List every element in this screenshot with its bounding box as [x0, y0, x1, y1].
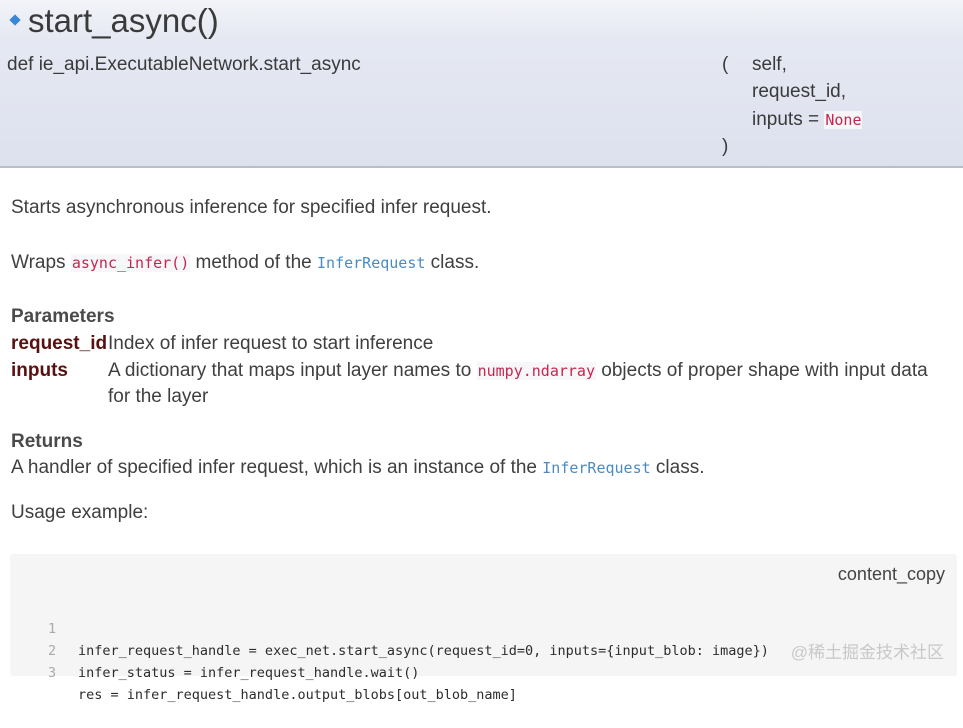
usage-label: Usage example: [11, 502, 149, 523]
line-code: res = infer_request_handle.output_blobs[… [78, 687, 517, 703]
returns-prefix: A handler of specified infer request, wh… [11, 457, 537, 478]
wraps-text: Wraps async_infer() method of the InferR… [11, 250, 479, 276]
line-number: 3 [48, 665, 57, 681]
wraps-middle: method of the [195, 252, 312, 273]
returns-text: A handler of specified infer request, wh… [11, 455, 705, 481]
param-desc-inputs-suffix: objects of proper shape with input data [601, 360, 928, 381]
returns-infer-request-link[interactable]: InferRequest [542, 459, 650, 477]
line-code: infer_status = infer_request_handle.wait… [78, 665, 420, 681]
returns-suffix: class. [655, 457, 705, 478]
signature-param-inputs: inputs = None [752, 108, 863, 132]
param-desc-inputs: A dictionary that maps input layer names… [108, 358, 928, 384]
copy-button[interactable]: content_copy [838, 563, 945, 585]
title-bar: start_async() [0, 0, 963, 44]
function-signature-header: start_async() def ie_api.ExecutableNetwo… [0, 0, 963, 168]
async-infer-link[interactable]: async_infer() [70, 254, 191, 272]
signature-close-paren: ) [722, 136, 729, 157]
code-line: 3 res = infer_request_handle.output_blob… [10, 640, 910, 703]
param-desc-inputs-prefix: A dictionary that maps input layer names… [108, 360, 472, 381]
parameters-heading: Parameters [11, 306, 115, 327]
signature-open-paren: ( [722, 54, 729, 75]
infer-request-link[interactable]: InferRequest [317, 254, 425, 272]
diamond-bullet-icon [9, 14, 21, 26]
numpy-ndarray-code: numpy.ndarray [476, 362, 596, 380]
signature-param-self: self, [752, 54, 787, 75]
watermark: @稀土掘金技术社区 [790, 643, 944, 662]
param-name-request-id: request_id [11, 333, 108, 354]
param-name-inputs: inputs [11, 360, 68, 381]
param-desc-inputs-line2: for the layer [108, 386, 209, 407]
code-line: 1 infer_request_handle = exec_net.start_… [10, 596, 910, 659]
signature-def: def ie_api.ExecutableNetwork.start_async [7, 54, 361, 75]
wraps-prefix: Wraps [11, 252, 66, 273]
summary-text: Starts asynchronous inference for specif… [11, 197, 492, 218]
param-desc-request-id: Index of infer request to start inferenc… [108, 333, 434, 354]
code-line: 2 infer_status = infer_request_handle.wa… [10, 618, 910, 681]
signature-param-request-id: request_id, [752, 81, 847, 102]
function-title: start_async() [28, 2, 219, 39]
returns-heading: Returns [11, 431, 83, 452]
wraps-suffix: class. [430, 252, 480, 273]
signature-param-inputs-default: None [824, 111, 863, 129]
signature-param-inputs-name: inputs = [752, 109, 820, 130]
